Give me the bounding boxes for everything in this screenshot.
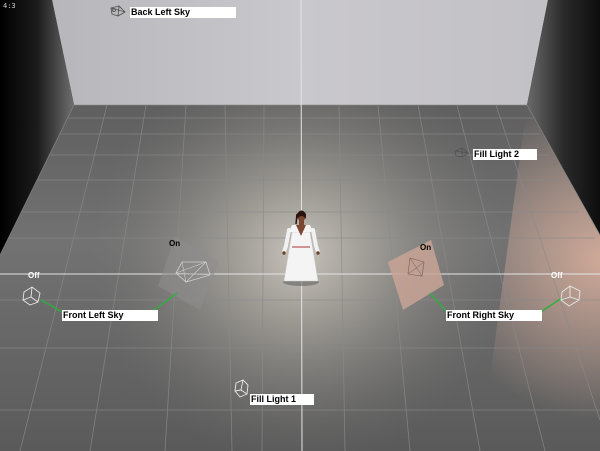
fill-light-1-light-handle[interactable] (232, 377, 251, 400)
back-left-sky-label[interactable]: Back Left Sky (130, 7, 236, 18)
3d-viewport[interactable]: 4:3 Back Left Sky Fill Light 2 Front Lef… (0, 0, 600, 451)
aspect-ratio-label: 4:3 (3, 2, 16, 10)
front-left-sky-panel-handle[interactable] (156, 234, 220, 312)
front-left-sky-label[interactable]: Front Left Sky (62, 310, 158, 321)
back-left-sky-light-handle[interactable] (108, 3, 128, 19)
front-right-far-off-label: Off (551, 271, 563, 280)
figure-model-handle[interactable] (282, 206, 320, 286)
front-left-far-light-handle[interactable] (20, 284, 44, 308)
front-right-sky-label[interactable]: Front Right Sky (446, 310, 542, 321)
front-right-far-light-handle[interactable] (558, 283, 583, 309)
front-left-far-off-label: Off (28, 271, 40, 280)
fill-light-2-light-handle[interactable] (452, 145, 471, 160)
fill-light-2-label[interactable]: Fill Light 2 (473, 149, 537, 160)
front-right-sky-panel-handle[interactable] (386, 238, 446, 312)
fill-light-1-label[interactable]: Fill Light 1 (250, 394, 314, 405)
